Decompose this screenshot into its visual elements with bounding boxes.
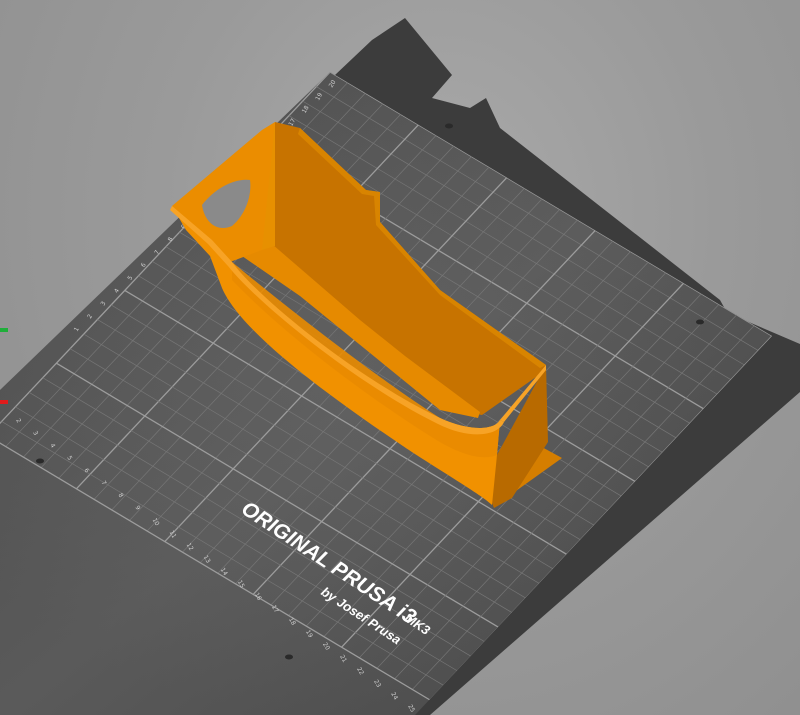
plater-scene: 2019181716151413121110987654321234567891… (0, 18, 800, 715)
3d-viewport[interactable]: 2019181716151413121110987654321234567891… (0, 0, 800, 715)
